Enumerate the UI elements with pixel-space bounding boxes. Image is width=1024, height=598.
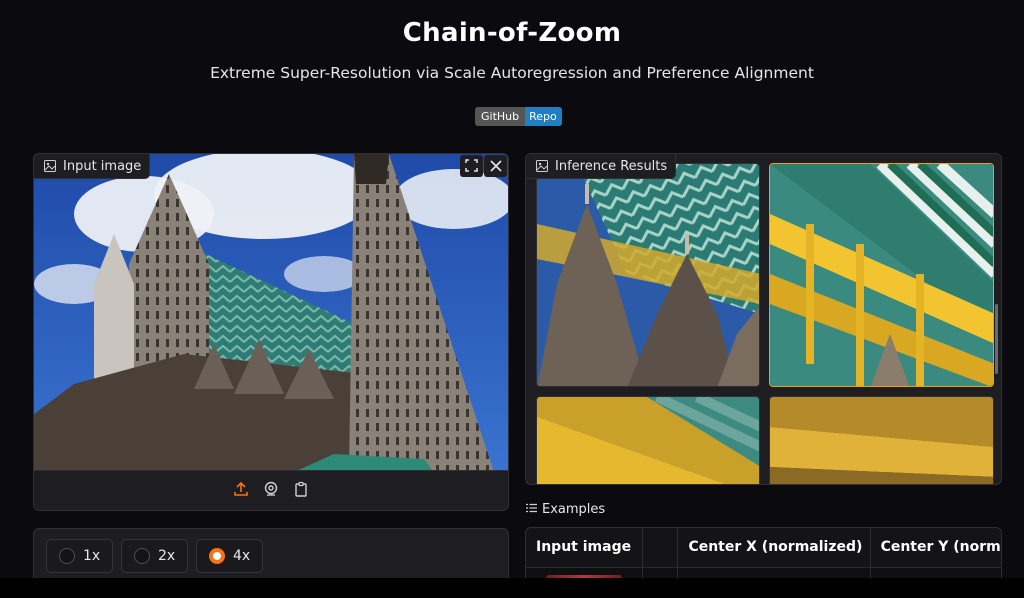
webcam-icon (263, 481, 279, 501)
result-image-3 (537, 397, 759, 484)
fullscreen-icon (465, 157, 478, 176)
clear-button[interactable] (484, 155, 507, 177)
inference-results-label: Inference Results (526, 154, 677, 179)
radio-button[interactable] (134, 548, 150, 564)
result-thumbnail-4[interactable] (769, 396, 994, 484)
inference-results-panel: Inference Results (525, 153, 1002, 485)
clipboard-icon (293, 481, 309, 501)
input-image-label: Input image (34, 154, 151, 179)
image-icon (536, 160, 548, 172)
github-repo-badge[interactable]: GitHub Repo (475, 107, 562, 126)
upload-button[interactable] (232, 481, 250, 501)
clipboard-button[interactable] (292, 481, 310, 501)
examples-label: Examples (542, 502, 606, 517)
list-icon (526, 502, 537, 517)
result-image-2 (770, 164, 993, 386)
table-header: Input image Center X (normalized) Center… (526, 528, 1001, 568)
column-header: Center X (normalized) (678, 528, 871, 567)
input-image-label-text: Input image (63, 158, 142, 174)
input-image-panel: Input image (33, 153, 509, 511)
cathedral-image (34, 154, 508, 472)
inference-results-label-text: Inference Results (555, 158, 668, 174)
scale-option-label: 2x (158, 548, 176, 564)
examples-header: Examples (526, 502, 605, 517)
result-thumbnail-3[interactable] (536, 396, 760, 484)
gallery-scrollbar[interactable] (995, 304, 998, 374)
fullscreen-button[interactable] (460, 155, 483, 177)
results-gallery (536, 163, 994, 484)
image-tools (460, 155, 507, 177)
upload-icon (233, 481, 249, 501)
badge-repo-label: Repo (525, 107, 562, 126)
result-thumbnail-2[interactable] (769, 163, 994, 387)
page-title: Chain-of-Zoom (402, 18, 622, 48)
column-header: Input image (526, 528, 643, 567)
page-subtitle: Extreme Super-Resolution via Scale Autor… (210, 64, 814, 82)
scale-option-4x[interactable]: 4x (196, 539, 263, 573)
scale-option-label: 4x (233, 548, 251, 564)
result-thumbnail-1[interactable] (536, 163, 760, 387)
screen-bottom-edge (0, 578, 1024, 598)
result-image-4 (770, 397, 993, 484)
column-header (643, 528, 679, 567)
radio-button[interactable] (59, 548, 75, 564)
source-selector (34, 470, 508, 510)
scale-radio-group: 1x 2x 4x (46, 539, 263, 573)
radio-button-selected[interactable] (209, 548, 225, 564)
close-icon (489, 157, 502, 176)
scale-option-label: 1x (83, 548, 101, 564)
image-icon (44, 160, 56, 172)
webcam-button[interactable] (262, 481, 280, 501)
badge-github-label: GitHub (475, 107, 526, 126)
result-image-1 (537, 164, 759, 386)
column-header: Center Y (norm (880, 539, 1001, 555)
scale-option-1x[interactable]: 1x (46, 539, 113, 573)
scale-option-2x[interactable]: 2x (121, 539, 188, 573)
